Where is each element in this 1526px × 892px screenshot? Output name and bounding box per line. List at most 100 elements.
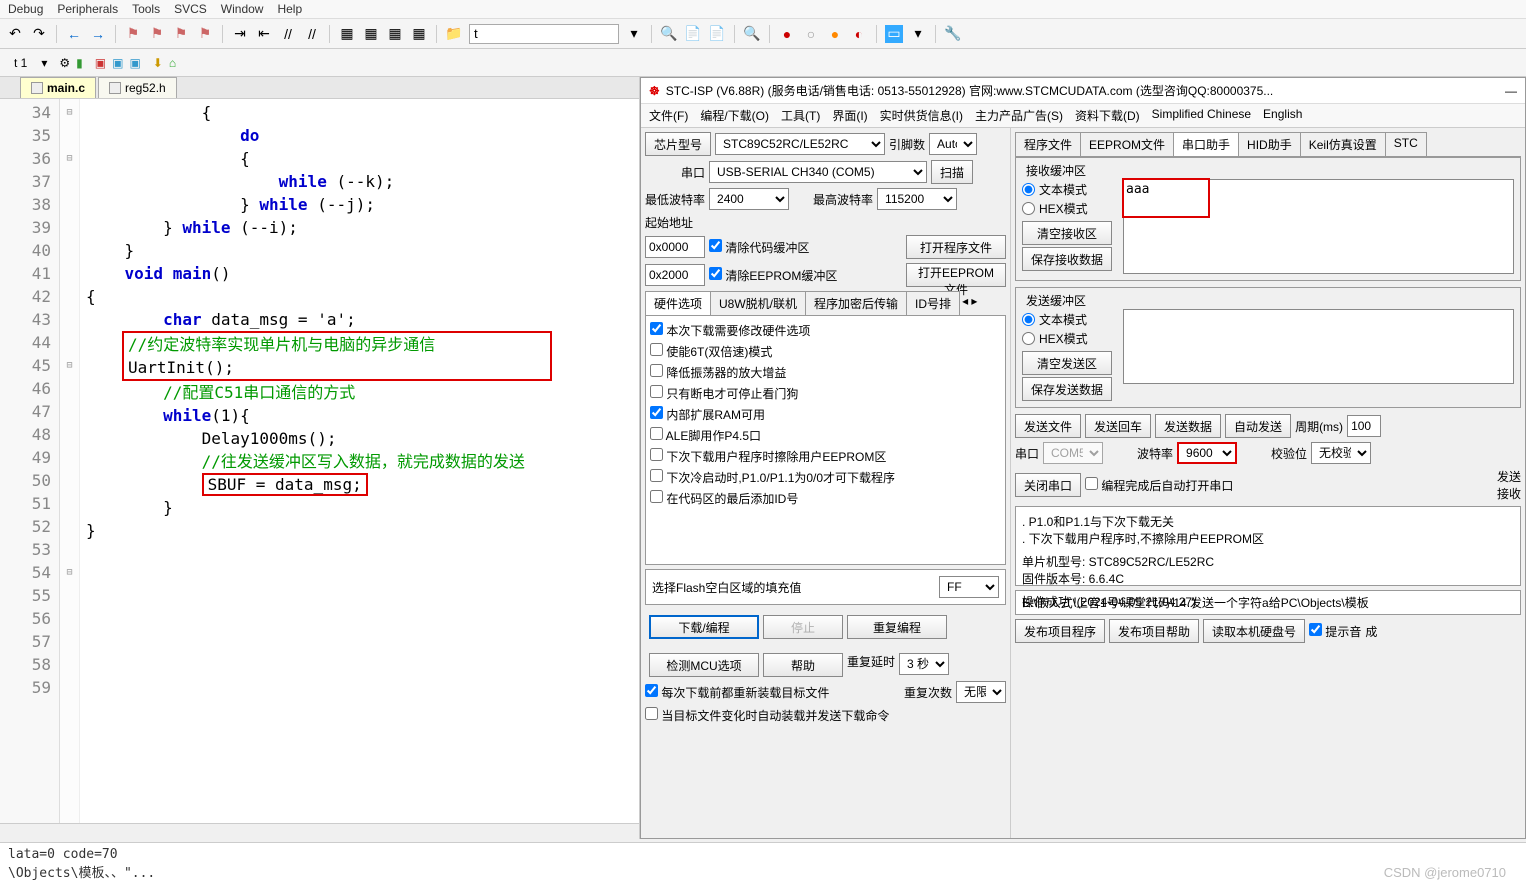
stop-button[interactable]: 停止 [763,615,843,639]
fold-gutter[interactable]: ⊟ ⊟ ⊟ ⊟ [60,99,80,823]
menu-tools[interactable]: Tools [132,2,160,16]
minimize-icon[interactable]: — [1505,84,1517,98]
redownload-button[interactable]: 重复编程 [847,615,947,639]
tab-hid[interactable]: HID助手 [1238,132,1301,156]
tab-keil[interactable]: Keil仿真设置 [1300,132,1386,156]
uncomment-icon[interactable]: // [303,25,321,43]
hw-opt[interactable]: 降低振荡器的放大增益 [650,362,1001,383]
auto-open-chk[interactable] [1085,477,1098,490]
hw-options-list[interactable]: 本次下载需要修改硬件选项 使能6T(双倍速)模式 降低振荡器的放大增益 只有断电… [645,315,1006,565]
scan-button[interactable]: 扫描 [931,160,973,184]
wrench-icon[interactable]: 🔧 [944,25,962,43]
box2-icon[interactable]: ▣ [112,56,123,70]
doc2-icon[interactable]: 📄 [708,25,726,43]
max-baud-select[interactable]: 115200 [877,188,957,210]
indent-icon[interactable]: ⇥ [231,25,249,43]
retry-delay-select[interactable]: 3 秒 [899,653,949,675]
rx-text-radio[interactable] [1022,183,1035,196]
tab-progfile[interactable]: 程序文件 [1015,132,1081,156]
clear-code-chk[interactable] [709,239,722,252]
hw-opt[interactable]: 下次下载用户程序时擦除用户EEPROM区 [650,446,1001,467]
send-data-button[interactable]: 发送数据 [1155,414,1221,438]
tab-u8w[interactable]: U8W脱机/联机 [710,291,806,315]
search-dd-icon[interactable]: ▾ [625,25,643,43]
back-icon[interactable]: ← [65,25,83,43]
box1-icon[interactable]: ▣ [95,56,106,70]
dot-orange-icon[interactable]: ● [826,25,844,43]
fwd-icon[interactable]: → [89,25,107,43]
download-icon[interactable]: ⬇ [153,56,163,70]
hw-opt[interactable]: 下次冷启动时,P1.0/P1.1为0/0才可下载程序 [650,467,1001,488]
home-icon[interactable]: ⌂ [169,56,176,70]
stc-menu-download[interactable]: 资料下载(D) [1075,107,1140,124]
dot-red2-icon[interactable]: ◐ [850,25,868,43]
pin-select[interactable]: Auto [929,133,977,155]
save-rx-button[interactable]: 保存接收数据 [1022,247,1112,271]
flag-icon[interactable]: ⚑ [124,25,142,43]
flag3-icon[interactable]: ⚑ [172,25,190,43]
help-button[interactable]: 帮助 [763,653,843,677]
stc-menu-ui[interactable]: 界面(I) [832,107,867,124]
stc-menu-tools[interactable]: 工具(T) [781,107,820,124]
close-port-button[interactable]: 关闭串口 [1015,473,1081,497]
tab-encrypt[interactable]: 程序加密后传输 [805,291,907,315]
outdent-icon[interactable]: ⇤ [255,25,273,43]
hw-opt[interactable]: 本次下载需要修改硬件选项 [650,320,1001,341]
uart-port-select[interactable]: COM5 [1043,442,1103,464]
chip-select[interactable]: STC89C52RC/LE52RC [715,133,885,155]
stc-menu-lang-cn[interactable]: Simplified Chinese [1152,107,1251,124]
tab-id[interactable]: ID号排 [906,291,960,315]
clear-eeprom-chk[interactable] [709,267,722,280]
menu-window[interactable]: Window [221,2,264,16]
h-scrollbar[interactable] [0,823,639,839]
open-eeprom-button[interactable]: 打开EEPROM文件 [906,263,1006,287]
clear-tx-button[interactable]: 清空发送区 [1022,351,1112,375]
download-button[interactable]: 下载/编程 [649,615,759,639]
tab-serial[interactable]: 串口助手 [1173,132,1239,156]
beep-chk[interactable] [1309,623,1322,636]
flash-fill-select[interactable]: FF [939,576,999,598]
tabs-scroll-icon[interactable]: ◂ ▸ [959,291,980,315]
folder-icon[interactable]: 📁 [445,25,463,43]
tab-reg52-h[interactable]: reg52.h [98,77,177,98]
tab-stc[interactable]: STC [1385,132,1427,156]
menu-svcs[interactable]: SVCS [174,2,207,16]
save-tx-button[interactable]: 保存发送数据 [1022,377,1112,401]
auto-reload-chk[interactable] [645,707,658,720]
detect-mcu-button[interactable]: 检测MCU选项 [649,653,759,677]
box3-icon[interactable]: ▣ [129,56,140,70]
tx-textarea[interactable] [1123,309,1514,384]
menu-debug[interactable]: Debug [8,2,43,16]
clear-rx-button[interactable]: 清空接收区 [1022,221,1112,245]
doc-icon[interactable]: 📄 [684,25,702,43]
tx-hex-radio[interactable] [1022,332,1035,345]
send-file-button[interactable]: 发送文件 [1015,414,1081,438]
flag4-icon[interactable]: ⚑ [196,25,214,43]
publish-prog-button[interactable]: 发布项目程序 [1015,619,1105,643]
hw-opt[interactable]: ALE脚用作P4.5口 [650,425,1001,446]
block2-icon[interactable]: ▦ [362,25,380,43]
dot-gray-icon[interactable]: ○ [802,25,820,43]
code-editor[interactable]: 3435363738394041424344454647484950515253… [0,99,639,823]
hw-opt[interactable]: 内部扩展RAM可用 [650,404,1001,425]
dot-red-icon[interactable]: ● [778,25,796,43]
min-baud-select[interactable]: 2400 [709,188,789,210]
port-select[interactable]: USB-SERIAL CH340 (COM5) [709,161,927,183]
dd-icon[interactable]: ▾ [909,25,927,43]
block-icon[interactable]: ▦ [338,25,356,43]
comment-icon[interactable]: // [279,25,297,43]
rx-hex-radio[interactable] [1022,202,1035,215]
rx-textarea[interactable]: aaa [1123,179,1514,274]
stc-menu-ads[interactable]: 主力产品广告(S) [975,107,1063,124]
tx-text-radio[interactable] [1022,313,1035,326]
chip-select-button[interactable]: 芯片型号 [645,132,711,156]
find-icon[interactable]: 🔍 [660,25,678,43]
tool-icon[interactable]: ⚙ [59,56,70,70]
reload-chk[interactable] [645,684,658,697]
block4-icon[interactable]: ▦ [410,25,428,43]
code-body[interactable]: { do { while (--k); } while (--j); } whi… [80,99,639,823]
menu-peripherals[interactable]: Peripherals [57,2,118,16]
send-cr-button[interactable]: 发送回车 [1085,414,1151,438]
hw-opt[interactable]: 使能6T(双倍速)模式 [650,341,1001,362]
redo-icon[interactable]: ↷ [30,25,48,43]
